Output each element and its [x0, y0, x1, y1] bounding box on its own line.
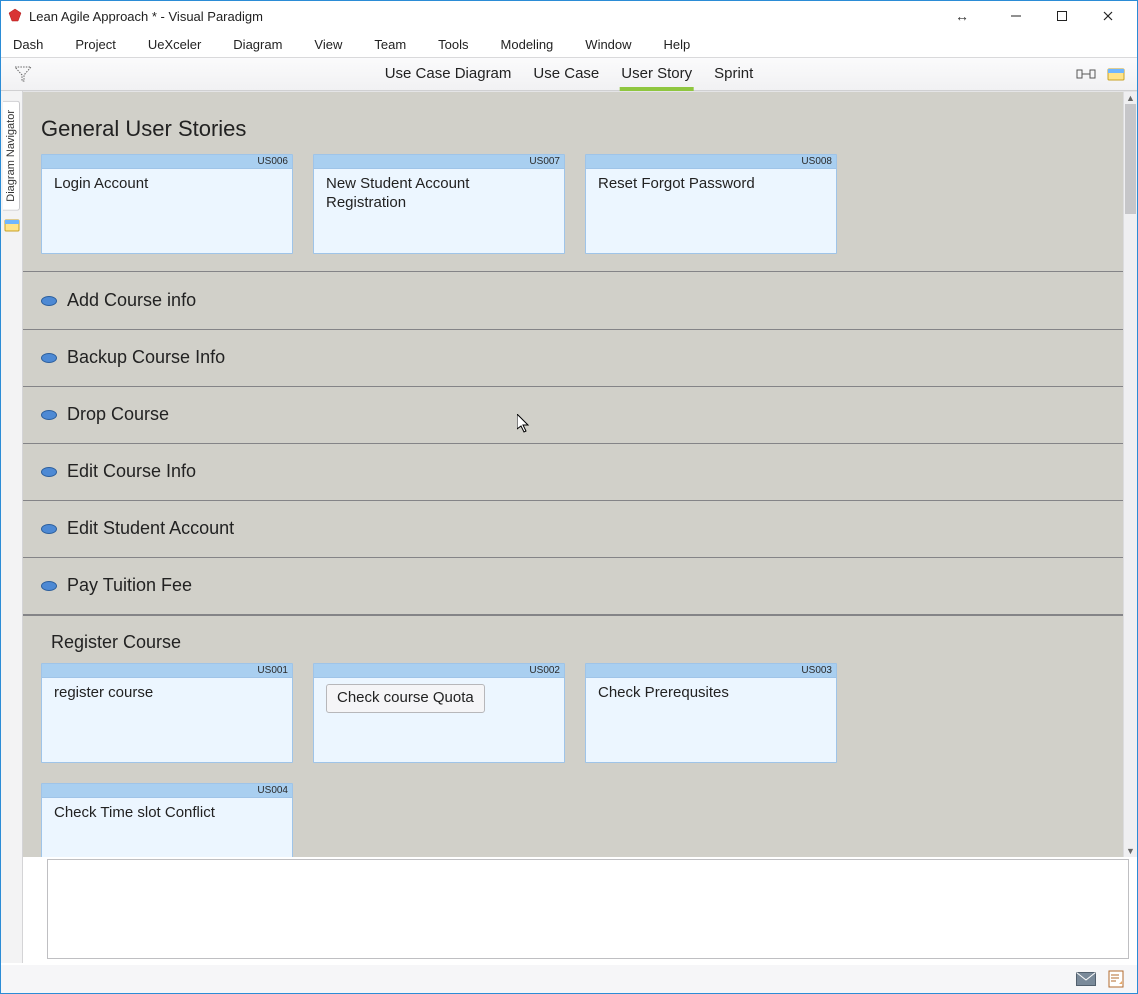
story-card[interactable]: US006 Login Account: [41, 154, 293, 254]
sidebar-tab-diagram-navigator[interactable]: Diagram Navigator: [3, 101, 20, 211]
menu-tools[interactable]: Tools: [438, 37, 468, 52]
statusbar: [1, 965, 1137, 993]
description-panel[interactable]: [47, 859, 1129, 959]
story-id: US003: [801, 664, 832, 678]
story-card[interactable]: US004 Check Time slot Conflict: [41, 783, 293, 857]
toolbar: Use Case Diagram Use Case User Story Spr…: [1, 57, 1137, 91]
usecase-icon: [41, 296, 57, 306]
resize-icon[interactable]: ↔: [953, 7, 971, 25]
story-card[interactable]: US003 Check Prerequsites: [585, 663, 837, 763]
story-card[interactable]: US002 Check course Quota: [313, 663, 565, 763]
tab-use-case[interactable]: Use Case: [531, 59, 601, 90]
workarea: Diagram Navigator General User Stories U…: [1, 91, 1137, 963]
menubar: Dash Project UeXceler Diagram View Team …: [1, 31, 1137, 57]
usecase-icon: [41, 581, 57, 591]
story-card[interactable]: US001 register course: [41, 663, 293, 763]
usecase-row[interactable]: Pay Tuition Fee: [23, 557, 1123, 615]
story-title: Login Account: [42, 169, 292, 200]
cards-register: US001 register course US002 Check course…: [23, 663, 1123, 857]
usecase-row[interactable]: Register Course: [23, 632, 1123, 663]
story-id: US006: [257, 155, 288, 169]
usecase-label: Add Course info: [67, 290, 196, 311]
vertical-scrollbar[interactable]: ▲ ▼: [1123, 92, 1137, 857]
mail-icon[interactable]: [1075, 969, 1097, 989]
story-card[interactable]: US008 Reset Forgot Password: [585, 154, 837, 254]
app-icon: [7, 8, 23, 24]
menu-help[interactable]: Help: [664, 37, 691, 52]
usecase-label: Backup Course Info: [67, 347, 225, 368]
story-card[interactable]: US007 New Student Account Registration: [313, 154, 565, 254]
story-title: Reset Forgot Password: [586, 169, 836, 200]
scroll-down-icon[interactable]: ▼: [1124, 845, 1137, 857]
sidebar-palette-icon[interactable]: [4, 217, 20, 233]
menu-team[interactable]: Team: [374, 37, 406, 52]
palette-icon[interactable]: [1103, 62, 1129, 86]
story-id: US008: [801, 155, 832, 169]
usecase-label: Drop Course: [67, 404, 169, 425]
usecase-label: Register Course: [51, 632, 181, 653]
sidebar: Diagram Navigator: [1, 91, 23, 963]
story-id: US001: [257, 664, 288, 678]
usecase-row[interactable]: Edit Student Account: [23, 500, 1123, 558]
window-title: Lean Agile Approach * - Visual Paradigm: [29, 9, 953, 24]
menu-dash[interactable]: Dash: [13, 37, 43, 52]
menu-window[interactable]: Window: [585, 37, 631, 52]
minimize-button[interactable]: [993, 2, 1039, 30]
menu-uexceler[interactable]: UeXceler: [148, 37, 201, 52]
story-id: US004: [257, 784, 288, 798]
story-title: register course: [42, 678, 292, 709]
tab-user-story[interactable]: User Story: [619, 59, 694, 90]
usecase-icon: [41, 524, 57, 534]
story-title: Check Time slot Conflict: [42, 798, 292, 829]
tab-use-case-diagram[interactable]: Use Case Diagram: [383, 59, 514, 90]
titlebar: Lean Agile Approach * - Visual Paradigm …: [1, 1, 1137, 31]
usecase-row[interactable]: Drop Course: [23, 386, 1123, 444]
scroll-up-icon[interactable]: ▲: [1124, 92, 1137, 104]
menu-project[interactable]: Project: [75, 37, 115, 52]
menu-view[interactable]: View: [314, 37, 342, 52]
story-title: Check Prerequsites: [586, 678, 836, 709]
usecase-row[interactable]: Add Course info: [23, 271, 1123, 330]
view-tabs: Use Case Diagram Use Case User Story Spr…: [383, 59, 756, 90]
usecase-row[interactable]: Backup Course Info: [23, 329, 1123, 387]
usecase-icon: [41, 467, 57, 477]
layout-icon[interactable]: [1073, 62, 1099, 86]
usecase-icon: [41, 353, 57, 363]
section-title-general: General User Stories: [23, 92, 1123, 154]
usecase-label: Edit Student Account: [67, 518, 234, 539]
canvas-scroll: General User Stories US006 Login Account…: [23, 91, 1137, 857]
story-id: US002: [529, 664, 560, 678]
menu-modeling[interactable]: Modeling: [501, 37, 554, 52]
note-icon[interactable]: [1105, 969, 1127, 989]
filter-button[interactable]: [9, 61, 37, 87]
story-title: Check course Quota: [326, 684, 485, 713]
usecase-icon: [41, 410, 57, 420]
story-id: US007: [529, 155, 560, 169]
usecase-label: Pay Tuition Fee: [67, 575, 192, 596]
tab-sprint[interactable]: Sprint: [712, 59, 755, 90]
canvas[interactable]: General User Stories US006 Login Account…: [23, 92, 1123, 857]
usecase-section-register: Register Course US001 register course US…: [23, 615, 1123, 857]
canvas-wrap: General User Stories US006 Login Account…: [23, 91, 1137, 963]
story-title: New Student Account Registration: [314, 169, 564, 219]
cards-general: US006 Login Account US007 New Student Ac…: [23, 154, 1123, 272]
maximize-button[interactable]: [1039, 2, 1085, 30]
close-button[interactable]: [1085, 2, 1131, 30]
usecase-label: Edit Course Info: [67, 461, 196, 482]
scroll-thumb[interactable]: [1125, 104, 1136, 214]
menu-diagram[interactable]: Diagram: [233, 37, 282, 52]
usecase-row[interactable]: Edit Course Info: [23, 443, 1123, 501]
